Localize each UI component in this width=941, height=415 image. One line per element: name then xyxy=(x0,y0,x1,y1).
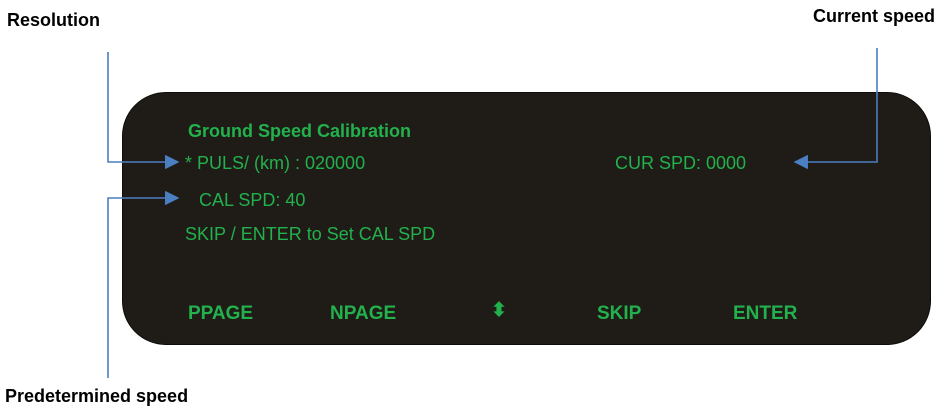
current-speed-arrow xyxy=(793,48,878,170)
predetermined-speed-arrow xyxy=(107,190,180,378)
callout-arrows xyxy=(107,48,878,378)
resolution-arrow xyxy=(107,52,180,170)
